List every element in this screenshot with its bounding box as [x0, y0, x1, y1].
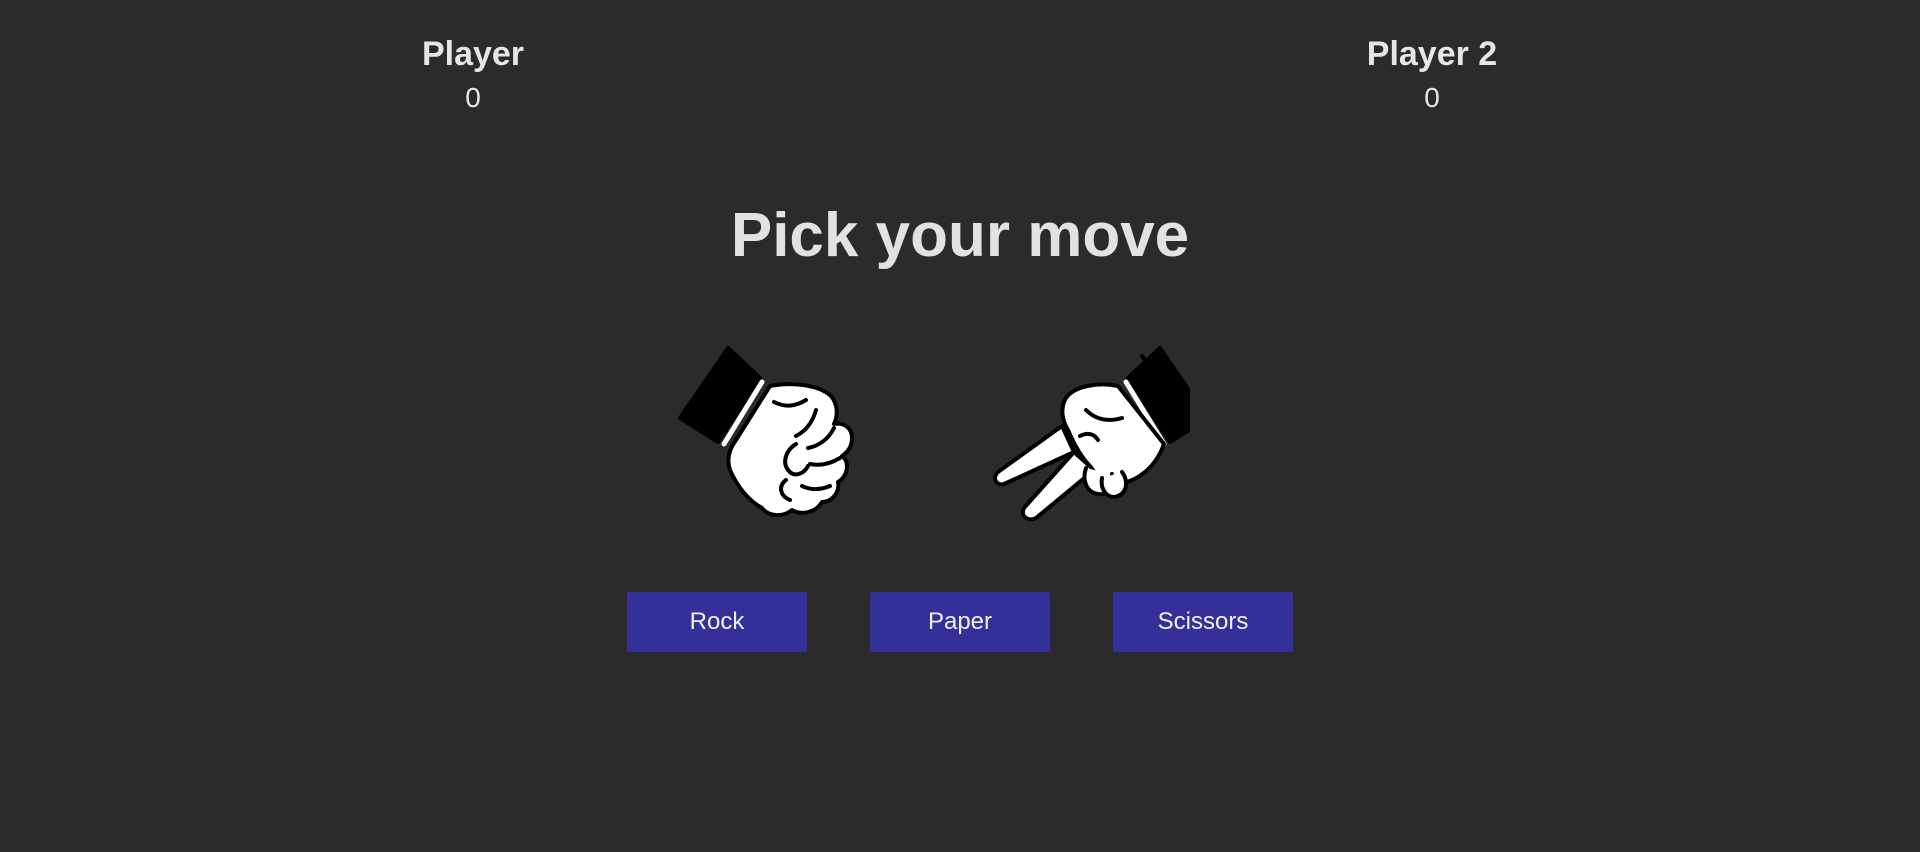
rock-button[interactable]: Rock: [627, 592, 807, 652]
player-one-name: Player: [421, 35, 525, 73]
paper-button[interactable]: Paper: [870, 592, 1050, 652]
move-button-row: Rock Paper Scissors: [0, 592, 1920, 652]
player-two-panel: Player 2 0: [1302, 34, 1562, 114]
pick-move-prompt: Pick your move: [730, 201, 1190, 270]
player-two-score: 0: [1424, 82, 1440, 113]
scoreboard: Player 0 Player 2 0: [0, 0, 1920, 140]
player-one-panel: Player 0: [343, 34, 603, 114]
scissors-button[interactable]: Scissors: [1113, 592, 1293, 652]
player-two-name: Player 2: [1366, 35, 1498, 73]
player-one-score: 0: [465, 82, 481, 113]
rock-fist-icon: [678, 340, 878, 530]
scissors-hand-icon: [990, 340, 1210, 530]
